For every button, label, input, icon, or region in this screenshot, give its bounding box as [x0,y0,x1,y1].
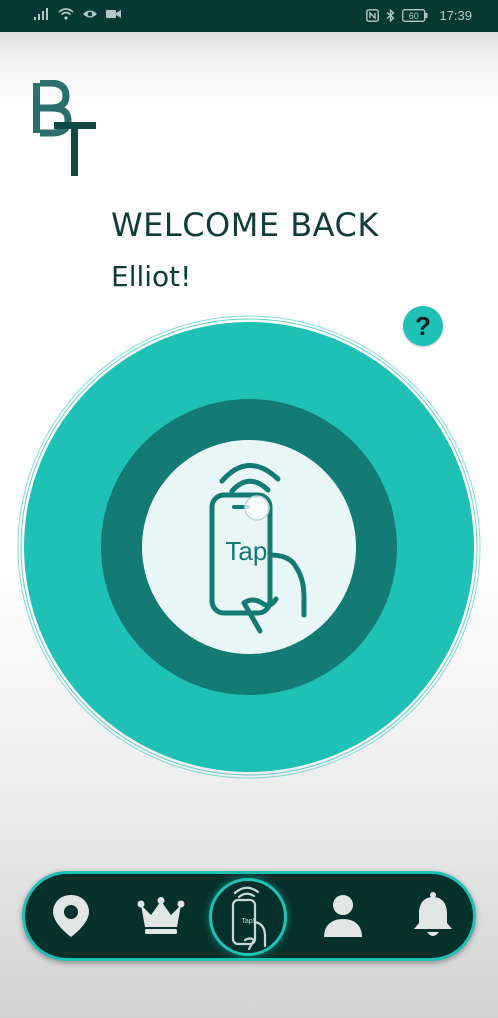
status-bar: 60 17:39 [0,0,498,32]
location-pin-icon [53,895,89,937]
battery-level: 60 [409,11,419,21]
wifi-icon [58,8,74,20]
nfc-icon [366,9,380,22]
clock: 17:39 [439,8,472,23]
video-icon [106,10,121,18]
status-left-icons [34,8,121,20]
crown-icon [137,897,185,934]
welcome-title: WELCOME BACK [111,206,379,244]
battery-icon: 60 [402,9,428,22]
person-icon [324,895,362,937]
user-name: Elliot! [111,260,192,293]
app-logo [30,79,100,180]
eye-icon [83,10,97,18]
nav-tap[interactable]: Tap! [209,878,287,956]
bell-icon [414,892,452,936]
nav-tap-label: Tap! [241,918,255,925]
phone-tap-small-icon [231,886,267,950]
tap-label: Tap! [225,536,275,566]
nav-profile[interactable] [311,874,375,958]
signal-icon [34,8,48,20]
nav-notifications[interactable] [401,874,465,958]
bottom-nav: Tap! [22,871,476,961]
nav-leaderboard[interactable] [129,874,193,958]
status-right-icons: 60 17:39 [366,8,472,23]
bluetooth-icon [387,9,395,22]
nav-location[interactable] [39,874,103,958]
